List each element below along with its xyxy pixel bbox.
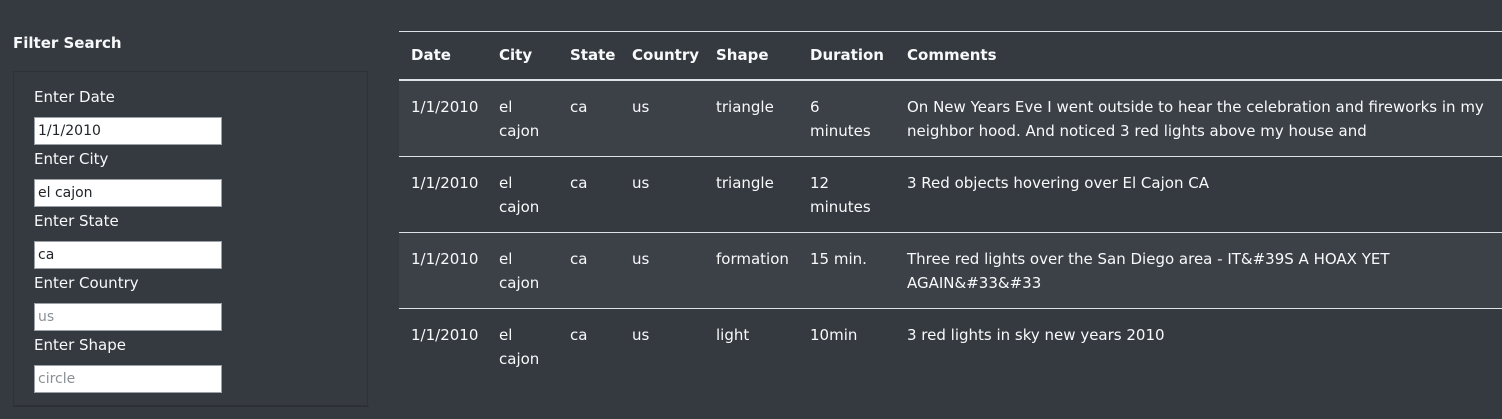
state-input[interactable]	[34, 241, 222, 269]
header-comments: Comments	[895, 31, 1502, 81]
cell-comments: On New Years Eve I went outside to hear …	[895, 79, 1502, 157]
table-row: 1/1/2010 el cajon ca us formation 15 min…	[399, 232, 1502, 309]
header-shape: Shape	[704, 31, 798, 81]
header-city: City	[487, 31, 558, 81]
shape-input[interactable]	[34, 365, 222, 393]
header-duration: Duration	[798, 31, 895, 81]
cell-state: ca	[558, 156, 620, 233]
shape-label: Enter Shape	[34, 336, 126, 354]
cell-state: ca	[558, 79, 620, 157]
cell-comments: 3 red lights in sky new years 2010	[907, 325, 1165, 344]
cell-date: 1/1/2010	[411, 325, 479, 344]
cell-country: us	[620, 156, 704, 233]
cell-city: el cajon	[499, 325, 540, 368]
table-row: 1/1/2010 el cajon ca us triangle 6 minut…	[399, 79, 1502, 157]
cell-city: el cajon	[487, 232, 558, 309]
cell-city: el cajon	[487, 156, 558, 233]
table-row: 1/1/2010 el cajon ca us triangle 12 minu…	[399, 156, 1502, 233]
table-row: 1/1/2010 el cajon ca us light 10min 3 re…	[399, 308, 1502, 384]
table-header: Date City State Country Shape Duration C…	[399, 31, 1502, 81]
cell-country: us	[632, 325, 650, 344]
filter-panel: Filter Search Enter Date Enter City Ente…	[13, 0, 369, 419]
cell-shape: formation	[704, 232, 798, 309]
city-label: Enter City	[34, 150, 109, 168]
header-date: Date	[399, 31, 487, 81]
filter-form: Enter Date Enter City Enter State Enter …	[13, 71, 368, 406]
cell-city: el cajon	[487, 79, 558, 157]
filter-title: Filter Search	[13, 34, 122, 52]
header-country: Country	[620, 31, 704, 81]
cell-state: ca	[570, 325, 588, 344]
cell-shape: triangle	[704, 156, 798, 233]
country-input[interactable]	[34, 303, 222, 331]
header-row: Date City State Country Shape Duration C…	[399, 31, 1502, 81]
cell-comments: 3 Red objects hovering over El Cajon CA	[895, 156, 1502, 233]
cell-duration: 15 min.	[798, 232, 895, 309]
date-input[interactable]	[34, 117, 222, 145]
cell-state: ca	[558, 232, 620, 309]
cell-duration: 12 minutes	[798, 156, 895, 233]
cell-duration: 6 minutes	[798, 79, 895, 157]
page: Filter Search Enter Date Enter City Ente…	[0, 0, 1502, 419]
cell-shape: light	[716, 325, 750, 344]
state-label: Enter State	[34, 212, 119, 230]
date-label: Enter Date	[34, 88, 115, 106]
results-table-container: Date City State Country Shape Duration C…	[399, 31, 1502, 384]
divider	[13, 406, 369, 407]
table-body: 1/1/2010 el cajon ca us triangle 6 minut…	[399, 79, 1502, 384]
results-table: Date City State Country Shape Duration C…	[399, 31, 1502, 384]
cell-duration: 10min	[810, 325, 858, 344]
cell-shape: triangle	[704, 79, 798, 157]
cell-country: us	[620, 232, 704, 309]
cell-date: 1/1/2010	[399, 79, 487, 157]
cell-country: us	[620, 79, 704, 157]
cell-comments: Three red lights over the San Diego area…	[895, 232, 1502, 309]
country-label: Enter Country	[34, 274, 139, 292]
city-input[interactable]	[34, 179, 222, 207]
header-state: State	[558, 31, 620, 81]
cell-date: 1/1/2010	[399, 156, 487, 233]
cell-date: 1/1/2010	[399, 232, 487, 309]
